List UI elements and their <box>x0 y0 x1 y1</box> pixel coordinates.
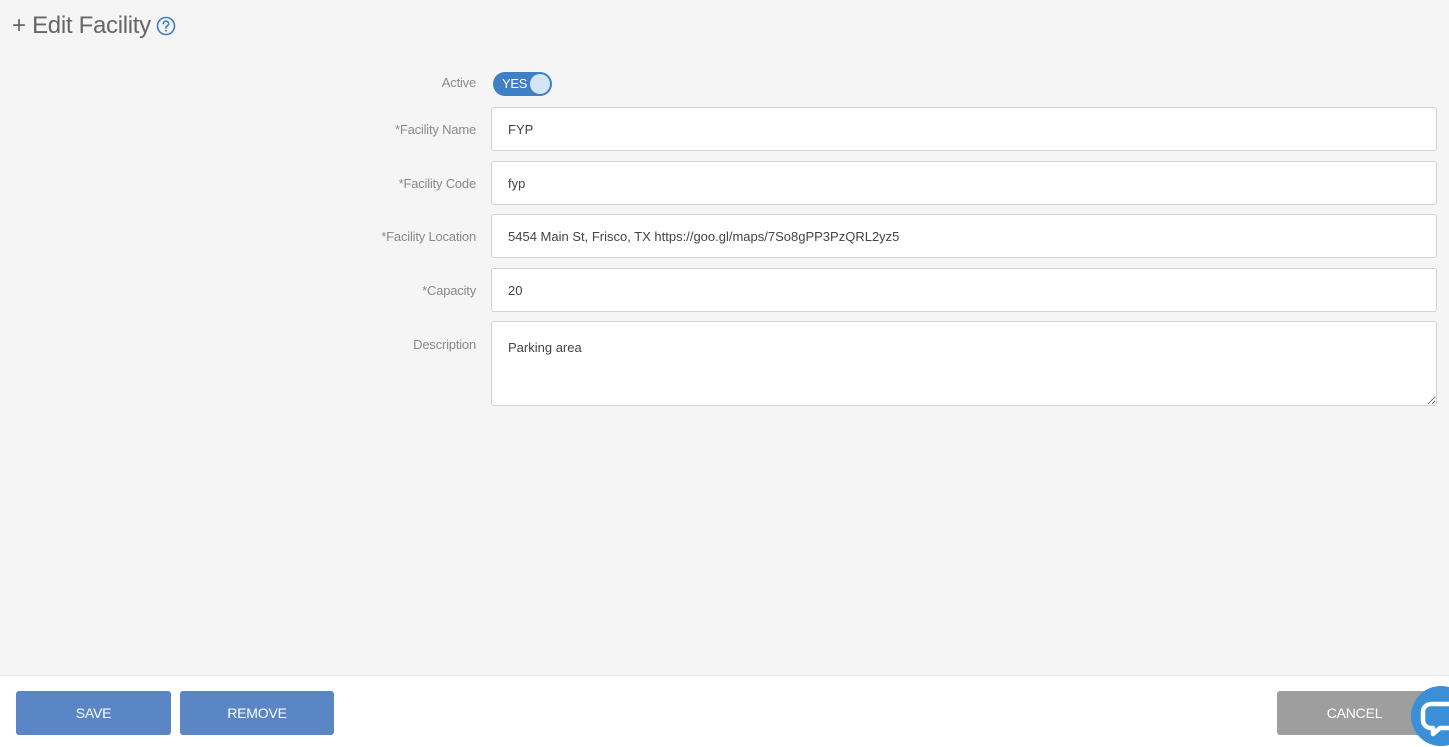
capacity-label: *Capacity <box>422 283 476 298</box>
page-title: + Edit Facility <box>12 12 176 40</box>
edit-facility-page: + Edit Facility Active YES *Facility Nam… <box>0 0 1449 747</box>
facility-name-input[interactable] <box>491 107 1437 151</box>
facility-code-input[interactable] <box>491 161 1437 205</box>
save-button[interactable]: SAVE <box>16 691 171 735</box>
description-label: Description <box>413 337 476 352</box>
question-circle-icon[interactable] <box>156 16 176 36</box>
active-toggle[interactable]: YES <box>493 72 552 96</box>
page-title-text: + Edit Facility <box>12 12 151 39</box>
capacity-input[interactable] <box>491 268 1437 312</box>
facility-code-label: *Facility Code <box>398 176 477 191</box>
cancel-button[interactable]: CANCEL <box>1277 691 1432 735</box>
active-label: Active <box>441 75 476 90</box>
description-textarea[interactable]: Parking area <box>491 321 1437 406</box>
facility-location-label: *Facility Location <box>381 229 476 244</box>
remove-button[interactable]: REMOVE <box>180 691 334 735</box>
footer-bar: SAVE REMOVE CANCEL <box>0 675 1449 747</box>
active-toggle-text: YES <box>502 76 528 91</box>
facility-name-label: *Facility Name <box>395 122 476 137</box>
facility-location-input[interactable] <box>491 214 1437 258</box>
toggle-knob <box>530 74 550 94</box>
